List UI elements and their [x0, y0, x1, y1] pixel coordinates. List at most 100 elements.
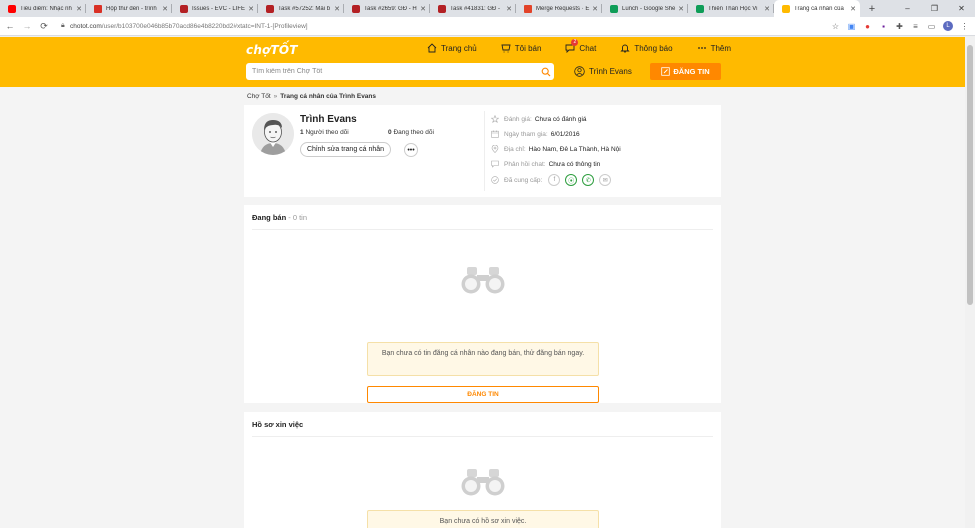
address-bar[interactable]: 🔒︎ chotot.com/user/b103700e046b85b70acd8…	[61, 19, 831, 33]
nav-chat[interactable]: 2 Chat	[565, 39, 597, 55]
joined-value: 6/01/2016	[550, 130, 580, 138]
facebook-icon: f	[548, 174, 561, 186]
edit-profile-button[interactable]: Chỉnh sửa trang cá nhân	[300, 142, 392, 157]
site-header: chợTỐT Trang chủ Tôi bán 2 Chat Thông bá…	[0, 37, 965, 87]
followers-count[interactable]: 1 Người theo dõi	[300, 129, 349, 136]
page-scrollbar[interactable]	[965, 37, 975, 528]
browser-tab[interactable]: Hộp thư đến - trình ✕	[86, 0, 172, 17]
chotot-icon	[782, 4, 790, 13]
basket-icon	[501, 44, 511, 53]
tab-label: Tiêu điểm: Nhạc nh	[20, 5, 72, 12]
tab-close-icon[interactable]: ✕	[162, 5, 168, 13]
post-ad-label: ĐĂNG TIN	[673, 67, 710, 76]
breadcrumb-current: Trang cá nhân của Trình Evans	[280, 93, 377, 100]
tab-close-icon[interactable]: ✕	[334, 5, 340, 13]
tab-label: Lunch - Google She	[622, 5, 676, 12]
gitlab-icon	[524, 4, 532, 13]
tab-close-icon[interactable]: ✕	[420, 5, 426, 13]
tab-label: Thiên Thần Học Vi	[708, 5, 758, 12]
tab-close-icon[interactable]: ✕	[506, 5, 512, 13]
following-count[interactable]: 0 Đang theo dõi	[388, 129, 434, 136]
phone-verified-icon: ✆	[582, 174, 595, 186]
browser-tab[interactable]: Task #41831: GĐ - ✕	[430, 0, 516, 17]
profile-card: Trình Evans 1 Người theo dõi 0 Đang theo…	[244, 105, 721, 197]
nav-selling-label: Tôi bán	[514, 43, 542, 53]
tab-label: Issues - EVC - LIFET	[192, 5, 247, 12]
chat-response-label: Phản hồi chat:	[504, 160, 546, 168]
maximize-button[interactable]: ❐	[921, 0, 948, 17]
selling-section: Đang bán - 0 tin Bạn chưa có tin đăng cá…	[244, 205, 721, 403]
tab-close-icon[interactable]: ✕	[592, 5, 598, 13]
browser-tab[interactable]: Task #57252: Mái b ✕	[258, 0, 344, 17]
tab-close-icon[interactable]: ✕	[248, 5, 254, 13]
puzzle-icon[interactable]: ✚	[895, 22, 904, 31]
translate-icon[interactable]: ▣	[847, 22, 856, 31]
chat-bubble-icon	[491, 160, 499, 168]
close-window-button[interactable]: ✕	[948, 0, 975, 17]
tab-close-icon[interactable]: ✕	[764, 5, 770, 13]
tab-label: Hộp thư đến - trình	[106, 5, 157, 12]
scrollbar-thumb[interactable]	[967, 45, 973, 305]
bookmark-star-icon[interactable]: ☆	[831, 22, 840, 31]
extension-icons: ☆ ▣ ● ▪ ✚ ≡ ▭ L ⋮	[831, 21, 969, 31]
post-ad-button[interactable]: ĐĂNG TIN	[650, 63, 721, 80]
search-input[interactable]	[246, 64, 538, 79]
reload-icon[interactable]: ⟳	[37, 21, 51, 32]
profile-avatar-icon[interactable]: L	[943, 21, 953, 31]
tab-label: Task #57252: Mái b	[278, 5, 331, 12]
calendar-icon	[491, 130, 499, 138]
media-icon[interactable]: ≡	[911, 22, 920, 31]
selling-divider	[252, 229, 713, 230]
tab-close-icon[interactable]: ✕	[76, 5, 82, 13]
minimize-button[interactable]: –	[894, 0, 921, 17]
nav-chat-label: Chat	[579, 43, 597, 53]
browser-tab[interactable]: Tiêu điểm: Nhạc nh ✕	[0, 0, 86, 17]
nav-notifications[interactable]: Thông báo	[620, 41, 673, 55]
browser-tab[interactable]: Lunch - Google She ✕	[602, 0, 688, 17]
tab-close-icon[interactable]: ✕	[850, 5, 856, 13]
tab-close-icon[interactable]: ✕	[678, 5, 684, 13]
profile-more-button[interactable]: •••	[404, 143, 418, 157]
browser-tab[interactable]: Task #2659: GĐ - H ✕	[344, 0, 430, 17]
browser-tab[interactable]: Issues - EVC - LIFET ✕	[172, 0, 258, 17]
tab-label: Task #2659: GĐ - H	[364, 5, 417, 12]
info-chat-response: Phản hồi chat: Chưa có thông tin	[491, 160, 600, 168]
browser-tab[interactable]: Merge Requests · E ✕	[516, 0, 602, 17]
profile-name: Trình Evans	[300, 114, 357, 125]
browser-tab[interactable]: Trang cá nhân của ✕	[774, 0, 860, 17]
nav-more[interactable]: Thêm	[697, 41, 731, 55]
redmine-icon	[266, 4, 274, 13]
chotot-logo[interactable]: chợTỐT	[246, 43, 298, 57]
extension-square-icon[interactable]: ▪	[879, 22, 888, 31]
followers-label: Người theo dõi	[305, 129, 349, 136]
breadcrumb-home[interactable]: Chợ Tốt	[247, 93, 271, 100]
user-circle-icon	[574, 66, 585, 77]
selling-title-text: Đang bán	[252, 213, 287, 222]
forward-arrow-icon[interactable]: →	[20, 21, 34, 31]
search-icon[interactable]	[538, 67, 554, 77]
back-arrow-icon[interactable]: ←	[3, 21, 17, 31]
sheets-icon	[610, 4, 618, 13]
cv-empty-notice: Bạn chưa có hồ sơ xin việc.	[367, 510, 599, 528]
redmine-icon	[180, 4, 188, 13]
browser-menu-icon[interactable]: ⋮	[960, 22, 969, 31]
following-label: Đang theo dõi	[393, 129, 434, 136]
nav-selling[interactable]: Tôi bán	[501, 41, 542, 55]
info-address: Địa chỉ: Hào Nam, Đê La Thành, Hà Nội	[491, 145, 621, 153]
redmine-icon	[352, 4, 360, 13]
sheets-icon	[696, 4, 704, 13]
user-menu[interactable]: Trình Evans	[574, 66, 632, 77]
url-host: chotot.com	[70, 22, 102, 30]
opera-icon[interactable]: ●	[863, 22, 872, 31]
cast-icon[interactable]: ▭	[927, 22, 936, 31]
main-nav: Trang chủ Tôi bán 2 Chat Thông báo Thêm	[427, 39, 755, 55]
info-joined: Ngày tham gia: 6/01/2016	[491, 130, 580, 138]
selling-post-button[interactable]: ĐĂNG TIN	[367, 386, 599, 403]
new-tab-button[interactable]: +	[864, 0, 880, 17]
browser-tab[interactable]: Thiên Thần Học Vi ✕	[688, 0, 774, 17]
profile-divider	[484, 111, 485, 191]
rating-label: Đánh giá:	[504, 115, 532, 123]
cv-divider	[252, 436, 713, 437]
address-label: Địa chỉ:	[504, 145, 526, 153]
nav-home[interactable]: Trang chủ	[427, 41, 477, 55]
